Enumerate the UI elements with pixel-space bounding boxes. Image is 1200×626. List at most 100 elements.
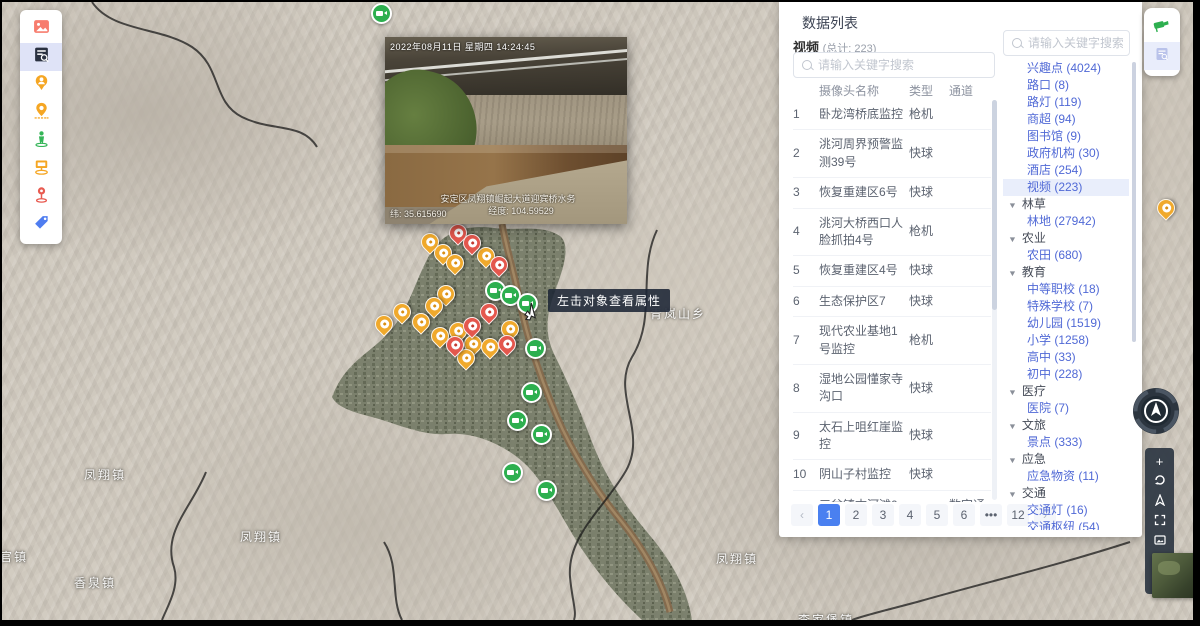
camera-marker[interactable] [536, 480, 557, 501]
table-row[interactable]: 7现代农业基地1号监控枪机 [793, 317, 991, 365]
camera-pin-marker[interactable] [498, 335, 516, 353]
table-row[interactable]: 5恢复重建区4号快球 [793, 256, 991, 286]
tree-item[interactable]: 高中 (33) [1003, 349, 1129, 366]
tree-item[interactable]: 交通枢纽 (54) [1003, 519, 1129, 530]
camera-pin-marker[interactable] [412, 313, 430, 331]
locate-button[interactable] [1145, 491, 1174, 511]
camera-pin-marker[interactable] [446, 254, 464, 272]
more-pages[interactable]: ••• [980, 504, 1002, 526]
data-list-button[interactable] [20, 43, 62, 71]
tree-item[interactable]: 特殊学校 (7) [1003, 298, 1129, 315]
monitor-poi-button[interactable] [20, 155, 62, 183]
table-row[interactable]: 8湿地公园懂家寺沟口快球 [793, 365, 991, 413]
tree-item[interactable]: 政府机构 (30) [1003, 145, 1129, 162]
tree-item[interactable]: 应急物资 (11) [1003, 468, 1129, 485]
camera-marker[interactable] [502, 462, 523, 483]
caret-down-icon: ▼ [1008, 266, 1017, 281]
page-button[interactable]: 4 [899, 504, 921, 526]
data-list-icon [1154, 46, 1170, 67]
tree-item[interactable]: 初中 (228) [1003, 366, 1129, 383]
search-icon [802, 60, 812, 70]
camera-marker[interactable] [371, 3, 392, 24]
camera-pin-marker[interactable] [481, 338, 499, 356]
table-row[interactable]: 1卧龙湾桥底监控枪机 [793, 100, 991, 130]
tree-item[interactable]: ▼农业 [1003, 230, 1129, 247]
page-button[interactable]: 3 [872, 504, 894, 526]
tree-item[interactable]: 兴趣点 (4024) [1003, 60, 1129, 77]
category-tree: 兴趣点 (4024) 路口 (8)路灯 (119)商超 (94)图书馆 (9)政府… [1003, 60, 1129, 530]
camera-pin-marker[interactable] [375, 315, 393, 333]
compass-control[interactable] [1131, 386, 1181, 436]
table-row[interactable]: 10阴山子村监控快球 [793, 460, 991, 490]
overview-minimap[interactable] [1152, 553, 1193, 598]
camera-icon [494, 331, 519, 356]
tag-button[interactable] [20, 211, 62, 239]
camera-marker[interactable] [525, 338, 546, 359]
tree-item[interactable]: 农田 (680) [1003, 247, 1129, 264]
row-index: 10 [793, 466, 819, 483]
tree-item-label: 酒店 (254) [1027, 163, 1082, 177]
table-row[interactable]: 4洮河大桥西口人脸抓拍4号枪机 [793, 209, 991, 257]
location-pin-button[interactable] [20, 99, 62, 127]
camera-pin-marker[interactable] [480, 303, 498, 321]
camera-pin-marker[interactable] [463, 234, 481, 252]
image-layer-button[interactable] [20, 15, 62, 43]
table-row[interactable]: 2洮河周界预警监测39号快球 [793, 130, 991, 178]
app-window: 凤翔镇凤翔镇青岚山乡香泉镇内官镇凤翔镇李家堡镇 2022年08月11日 星期四 … [2, 2, 1193, 620]
tree-item[interactable]: ▼应急 [1003, 451, 1129, 468]
tree-item[interactable]: 医院 (7) [1003, 400, 1129, 417]
fullscreen-button[interactable] [1145, 511, 1174, 531]
page-button[interactable]: 5 [926, 504, 948, 526]
tree-item[interactable]: 交通灯 (16) [1003, 502, 1129, 519]
camera-marker[interactable] [531, 424, 552, 445]
tree-item[interactable]: 林地 (27942) [1003, 213, 1129, 230]
table-row[interactable]: 9太石上咀红崖监控快球 [793, 413, 991, 461]
table-row[interactable]: 11三岔镇古河滩03号监控点位枪机数字通道 [793, 491, 991, 502]
prev-page-button[interactable]: ‹ [791, 504, 813, 526]
data-list-toggle-button[interactable] [1144, 42, 1180, 70]
tree-item[interactable]: ▼医疗 [1003, 383, 1129, 400]
camera-marker[interactable] [507, 410, 528, 431]
tree-item[interactable]: ▼教育 [1003, 264, 1129, 281]
street-view-button[interactable] [20, 127, 62, 155]
row-index: 8 [793, 380, 819, 397]
camera-name: 恢复重建区6号 [819, 184, 909, 201]
place-pin-button[interactable] [20, 183, 62, 211]
page-button[interactable]: 2 [845, 504, 867, 526]
tree-search-input[interactable] [1004, 31, 1129, 55]
snapshot-button[interactable] [1145, 531, 1174, 551]
camera-marker[interactable] [521, 382, 542, 403]
tree-item[interactable]: 小学 (1258) [1003, 332, 1129, 349]
camera-pin-marker[interactable] [393, 303, 411, 321]
tree-item[interactable]: 视频 (223) [1003, 179, 1129, 196]
list-search-input[interactable] [794, 53, 994, 77]
tree-item[interactable]: 中等职校 (18) [1003, 281, 1129, 298]
camera-layer-button[interactable] [1144, 14, 1180, 42]
tree-scrollbar[interactable] [1132, 62, 1136, 342]
zoom-in-button[interactable]: + [1145, 451, 1174, 471]
camera-pin-marker[interactable] [463, 317, 481, 335]
tree-item[interactable]: ▼林草 [1003, 196, 1129, 213]
page-button[interactable]: 1 [818, 504, 840, 526]
tree-item[interactable]: 景点 (333) [1003, 434, 1129, 451]
tree-item[interactable]: 图书馆 (9) [1003, 128, 1129, 145]
tree-item[interactable]: 商超 (94) [1003, 111, 1129, 128]
tree-item[interactable]: ▼交通 [1003, 485, 1129, 502]
table-row[interactable]: 3恢复重建区6号快球 [793, 178, 991, 208]
tree-item[interactable]: 路口 (8) [1003, 77, 1129, 94]
tree-item[interactable]: 酒店 (254) [1003, 162, 1129, 179]
camera-pin-marker[interactable] [446, 336, 464, 354]
tree-item[interactable]: 幼儿园 (1519) [1003, 315, 1129, 332]
tree-item[interactable]: 路灯 (119) [1003, 94, 1129, 111]
camera-pin-marker[interactable] [490, 256, 508, 274]
page-button[interactable]: 6 [953, 504, 975, 526]
table-scrollbar[interactable] [992, 100, 997, 500]
person-poi-button[interactable] [20, 71, 62, 99]
tree-item[interactable]: ▼文旅 [1003, 417, 1129, 434]
tree-item-label: 兴趣点 (4024) [1027, 61, 1101, 75]
reset-rotate-button[interactable] [1145, 471, 1174, 491]
tree-item-label: 特殊学校 (7) [1027, 299, 1093, 313]
camera-pin-marker[interactable] [1157, 199, 1175, 217]
table-row[interactable]: 6生态保护区7快球 [793, 287, 991, 317]
map-place-label: 内官镇 [2, 548, 28, 565]
